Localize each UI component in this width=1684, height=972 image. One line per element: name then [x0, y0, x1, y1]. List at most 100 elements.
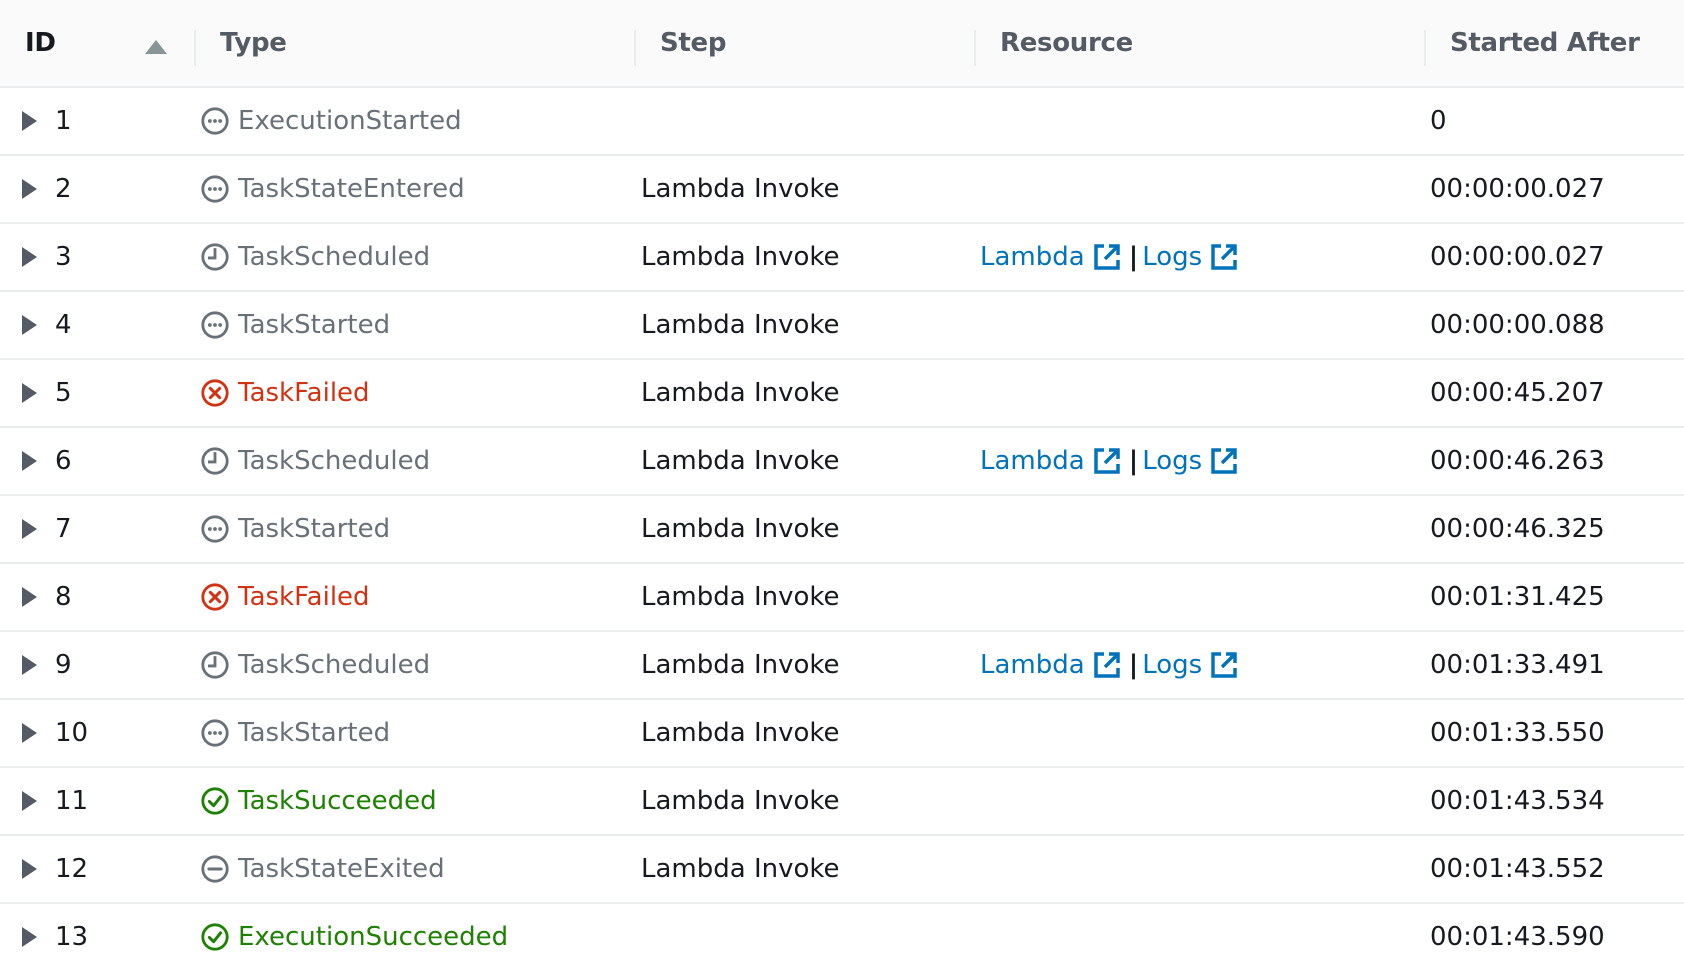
- event-type-label: TaskSucceeded: [238, 786, 437, 816]
- resource-link-label: Logs: [1142, 650, 1203, 680]
- execution-events-table: ID Type Step Resource Started After 1 Ex…: [0, 0, 1684, 970]
- event-type: TaskStarted: [200, 496, 390, 562]
- event-type: ExecutionSucceeded: [200, 904, 508, 970]
- expand-caret-icon[interactable]: [22, 655, 37, 675]
- table-row[interactable]: 13 ExecutionSucceeded 00:01:43.590: [0, 904, 1684, 970]
- x-circle-icon: [200, 378, 230, 408]
- dots-circle-icon: [200, 718, 230, 748]
- event-started-after: 00:00:00.027: [1430, 174, 1605, 204]
- link-separator: |: [1128, 446, 1139, 476]
- column-divider[interactable]: [194, 30, 196, 66]
- event-resource: Lambda | Logs: [980, 632, 1244, 698]
- column-header-type[interactable]: Type: [220, 0, 287, 86]
- event-type: TaskFailed: [200, 564, 370, 630]
- event-started-after: 00:00:45.207: [1430, 378, 1605, 408]
- event-type: TaskScheduled: [200, 428, 430, 494]
- resource-link-label: Lambda: [980, 446, 1085, 476]
- event-id: 5: [55, 378, 72, 408]
- event-type: TaskStateEntered: [200, 156, 465, 222]
- event-type-label: TaskStateEntered: [238, 174, 465, 204]
- column-header-step[interactable]: Step: [660, 0, 727, 86]
- event-type-label: TaskStateExited: [238, 854, 445, 884]
- event-started-after: 00:01:43.590: [1430, 922, 1605, 952]
- event-step: Lambda Invoke: [641, 854, 840, 884]
- resource-link-label: Logs: [1142, 446, 1203, 476]
- column-header-id[interactable]: ID: [25, 0, 56, 86]
- event-id: 6: [55, 446, 72, 476]
- event-step: Lambda Invoke: [641, 242, 840, 272]
- column-divider[interactable]: [974, 30, 976, 66]
- expand-caret-icon[interactable]: [22, 859, 37, 879]
- event-type-label: TaskStarted: [238, 310, 391, 340]
- column-divider[interactable]: [634, 30, 636, 66]
- expand-caret-icon[interactable]: [22, 519, 37, 539]
- table-row[interactable]: 2 TaskStateEntered Lambda Invoke 00:00:0…: [0, 156, 1684, 224]
- check-circle-icon: [200, 786, 230, 816]
- external-link-icon: [1085, 243, 1127, 271]
- event-started-after: 00:01:33.491: [1430, 650, 1605, 680]
- expand-caret-icon[interactable]: [22, 451, 37, 471]
- event-started-after: 00:00:00.027: [1430, 242, 1605, 272]
- minus-circle-icon: [200, 854, 230, 884]
- table-row[interactable]: 11 TaskSucceeded Lambda Invoke 00:01:43.…: [0, 768, 1684, 836]
- check-circle-icon: [200, 922, 230, 952]
- event-started-after: 00:00:46.325: [1430, 514, 1605, 544]
- dots-circle-icon: [200, 106, 230, 136]
- expand-caret-icon[interactable]: [22, 927, 37, 947]
- expand-caret-icon[interactable]: [22, 247, 37, 267]
- event-type-label: TaskScheduled: [238, 650, 431, 680]
- event-started-after: 00:01:31.425: [1430, 582, 1605, 612]
- resource-link-logs[interactable]: Logs: [1142, 446, 1244, 476]
- table-row[interactable]: 9 TaskScheduled Lambda Invoke Lambda | Log…: [0, 632, 1684, 700]
- event-id: 7: [55, 514, 72, 544]
- event-step: Lambda Invoke: [641, 650, 840, 680]
- table-row[interactable]: 12 TaskStateExited Lambda Invoke 00:01:4…: [0, 836, 1684, 904]
- table-row[interactable]: 6 TaskScheduled Lambda Invoke Lambda | Log…: [0, 428, 1684, 496]
- table-row[interactable]: 8 TaskFailed Lambda Invoke 00:01:31.425: [0, 564, 1684, 632]
- event-type: TaskSucceeded: [200, 768, 437, 834]
- event-type: ExecutionStarted: [200, 88, 462, 154]
- expand-caret-icon[interactable]: [22, 315, 37, 335]
- clock-icon: [200, 446, 230, 476]
- event-type-label: TaskFailed: [238, 582, 370, 612]
- external-link-icon: [1202, 243, 1244, 271]
- event-step: Lambda Invoke: [641, 718, 840, 748]
- external-link-icon: [1202, 651, 1244, 679]
- event-resource: Lambda | Logs: [980, 224, 1244, 290]
- resource-link-logs[interactable]: Logs: [1142, 650, 1244, 680]
- table-row[interactable]: 3 TaskScheduled Lambda Invoke Lambda | Log…: [0, 224, 1684, 292]
- event-type: TaskStarted: [200, 700, 390, 766]
- event-type-label: TaskStarted: [238, 514, 391, 544]
- event-step: Lambda Invoke: [641, 786, 840, 816]
- resource-link-lambda[interactable]: Lambda: [980, 650, 1127, 680]
- event-type-label: TaskScheduled: [238, 242, 431, 272]
- resource-link-logs[interactable]: Logs: [1142, 242, 1244, 272]
- sort-ascending-icon[interactable]: [145, 40, 167, 54]
- table-row[interactable]: 5 TaskFailed Lambda Invoke 00:00:45.207: [0, 360, 1684, 428]
- link-separator: |: [1128, 650, 1139, 680]
- column-header-started-after[interactable]: Started After: [1450, 0, 1640, 86]
- table-row[interactable]: 1 ExecutionStarted 0: [0, 88, 1684, 156]
- event-step: Lambda Invoke: [641, 582, 840, 612]
- resource-link-lambda[interactable]: Lambda: [980, 446, 1127, 476]
- table-row[interactable]: 10 TaskStarted Lambda Invoke 00:01:33.55…: [0, 700, 1684, 768]
- expand-caret-icon[interactable]: [22, 723, 37, 743]
- event-id: 13: [55, 922, 89, 952]
- expand-caret-icon[interactable]: [22, 111, 37, 131]
- event-id: 2: [55, 174, 72, 204]
- column-header-resource[interactable]: Resource: [1000, 0, 1133, 86]
- expand-caret-icon[interactable]: [22, 383, 37, 403]
- expand-caret-icon[interactable]: [22, 587, 37, 607]
- column-divider[interactable]: [1424, 30, 1426, 66]
- event-step: Lambda Invoke: [641, 446, 840, 476]
- resource-link-lambda[interactable]: Lambda: [980, 242, 1127, 272]
- expand-caret-icon[interactable]: [22, 179, 37, 199]
- table-row[interactable]: 7 TaskStarted Lambda Invoke 00:00:46.325: [0, 496, 1684, 564]
- event-type-label: TaskStarted: [238, 718, 391, 748]
- expand-caret-icon[interactable]: [22, 791, 37, 811]
- event-id: 10: [55, 718, 89, 748]
- event-type-label: TaskFailed: [238, 378, 370, 408]
- table-row[interactable]: 4 TaskStarted Lambda Invoke 00:00:00.088: [0, 292, 1684, 360]
- event-started-after: 00:00:00.088: [1430, 310, 1605, 340]
- clock-icon: [200, 650, 230, 680]
